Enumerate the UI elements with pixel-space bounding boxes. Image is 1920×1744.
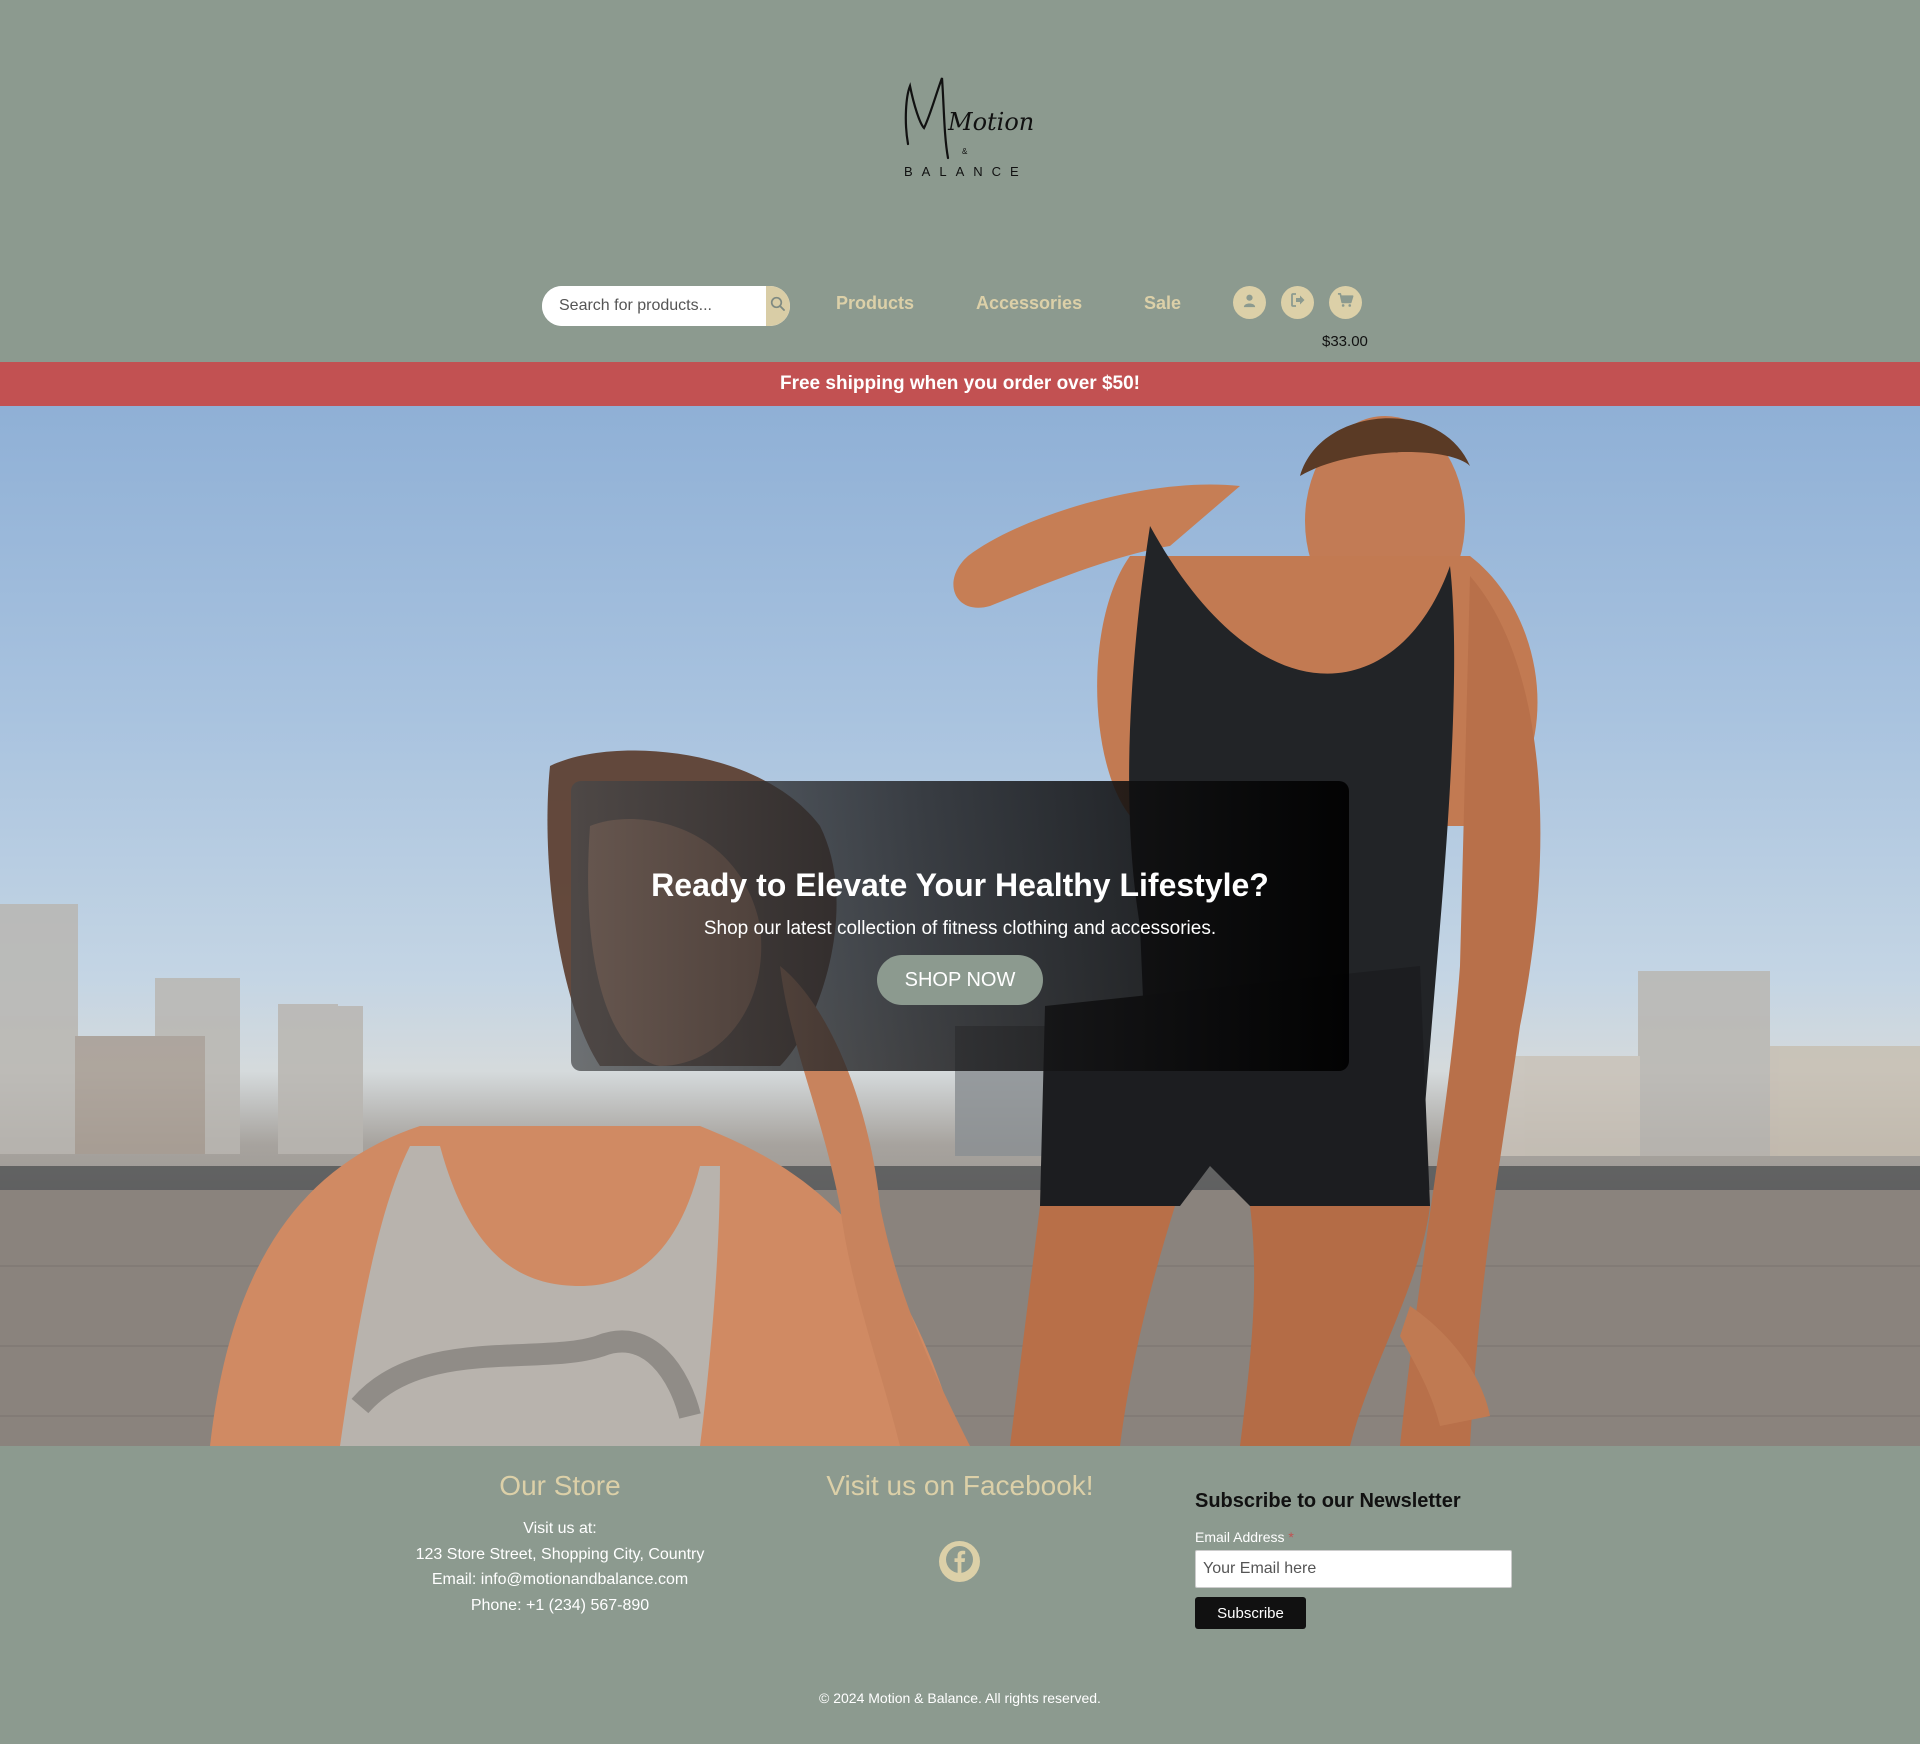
required-marker: * — [1288, 1529, 1294, 1545]
shop-now-button[interactable]: SHOP NOW — [877, 955, 1043, 1005]
logo-wordmark: BALANCE — [904, 164, 1028, 179]
site-header: Motion & BALANCE Products Accessories Sa… — [0, 0, 1920, 362]
store-visit-label: Visit us at: — [523, 1520, 597, 1537]
cart-button[interactable] — [1329, 286, 1362, 319]
store-info: Our Store Visit us at: 123 Store Street,… — [380, 1468, 740, 1618]
facebook-title: Visit us on Facebook! — [826, 1470, 1094, 1501]
banner-text: Free shipping when you order over $50! — [779, 373, 1141, 394]
nav-products[interactable]: Products — [836, 290, 914, 316]
email-label-text: Email Address — [1195, 1529, 1285, 1545]
hero-section: Ready to Elevate Your Healthy Lifestyle?… — [0, 406, 1920, 1446]
account-button[interactable] — [1233, 286, 1266, 319]
store-address: 123 Store Street, Shopping City, Country — [415, 1545, 705, 1563]
nav-accessories[interactable]: Accessories — [976, 290, 1082, 316]
email-label: Email Address * — [1195, 1528, 1515, 1546]
cart-total: $33.00 — [1322, 333, 1368, 350]
hero-subheading: Shop our latest collection of fitness cl… — [703, 918, 1217, 939]
logo-mark: Motion & BALANCE — [904, 77, 1034, 179]
facebook-icon — [939, 1539, 980, 1585]
logout-icon — [1290, 292, 1306, 313]
facebook-section: Visit us on Facebook! — [800, 1468, 1120, 1582]
site-footer: Our Store Visit us at: 123 Store Street,… — [0, 1446, 1920, 1744]
copyright: © 2024 Motion & Balance. All rights rese… — [819, 1690, 1101, 1706]
search-icon — [770, 296, 786, 317]
logo-script-text: Motion — [947, 108, 1034, 136]
hero-callout: Ready to Elevate Your Healthy Lifestyle?… — [571, 781, 1349, 1071]
newsletter-form: Subscribe to our Newsletter Email Addres… — [1195, 1488, 1515, 1629]
newsletter-title: Subscribe to our Newsletter — [1195, 1490, 1461, 1512]
hero-heading: Ready to Elevate Your Healthy Lifestyle? — [651, 867, 1269, 903]
store-phone: Phone: +1 (234) 567-890 — [470, 1596, 650, 1614]
store-title: Our Store — [499, 1470, 621, 1501]
subscribe-button[interactable]: Subscribe — [1195, 1597, 1306, 1629]
user-icon — [1242, 293, 1257, 313]
search-input[interactable] — [542, 286, 766, 326]
cart-icon — [1337, 292, 1354, 313]
free-shipping-banner: Free shipping when you order over $50! — [0, 362, 1920, 406]
nav-sale[interactable]: Sale — [1144, 290, 1181, 316]
site-logo[interactable]: Motion & BALANCE — [890, 66, 1040, 186]
product-search — [542, 286, 790, 326]
logo-ampersand: & — [962, 147, 968, 156]
logout-button[interactable] — [1281, 286, 1314, 319]
newsletter-email-input[interactable] — [1195, 1550, 1512, 1588]
search-button[interactable] — [766, 286, 790, 326]
store-email: Email: info@motionandbalance.com — [431, 1571, 689, 1588]
facebook-link[interactable] — [939, 1541, 980, 1582]
